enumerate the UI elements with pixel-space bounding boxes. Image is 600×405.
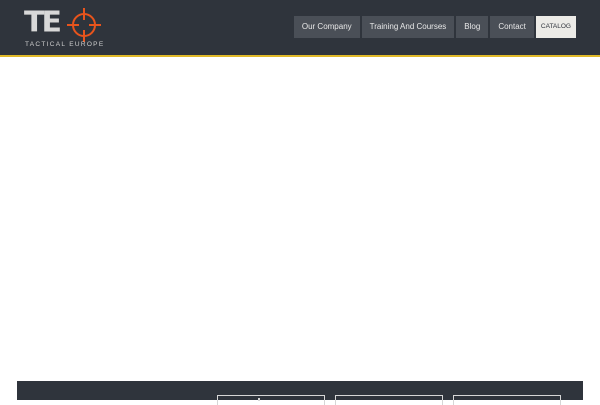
site-logo[interactable]: TE TACTICAL EUROPE bbox=[24, 7, 104, 51]
nav-item-catalog[interactable]: CATALOG bbox=[535, 16, 576, 38]
logo-letters: TE bbox=[24, 5, 62, 40]
main-nav: Our Company Training And Courses Blog Co… bbox=[293, 16, 576, 38]
footer-button-1[interactable] bbox=[217, 395, 325, 405]
footer-band bbox=[17, 381, 583, 405]
footer-button-3[interactable] bbox=[453, 395, 561, 405]
site-header: TE TACTICAL EUROPE Our Company Training … bbox=[0, 0, 600, 57]
crosshair-icon bbox=[67, 8, 101, 42]
footer-button-2[interactable] bbox=[335, 395, 443, 405]
nav-item-blog[interactable]: Blog bbox=[456, 16, 489, 38]
nav-item-contact[interactable]: Contact bbox=[490, 16, 534, 38]
nav-item-our-company[interactable]: Our Company bbox=[293, 16, 360, 38]
main-content-area bbox=[0, 57, 600, 381]
nav-item-training-and-courses[interactable]: Training And Courses bbox=[361, 16, 455, 38]
logo-tagline: TACTICAL EUROPE bbox=[25, 41, 105, 48]
